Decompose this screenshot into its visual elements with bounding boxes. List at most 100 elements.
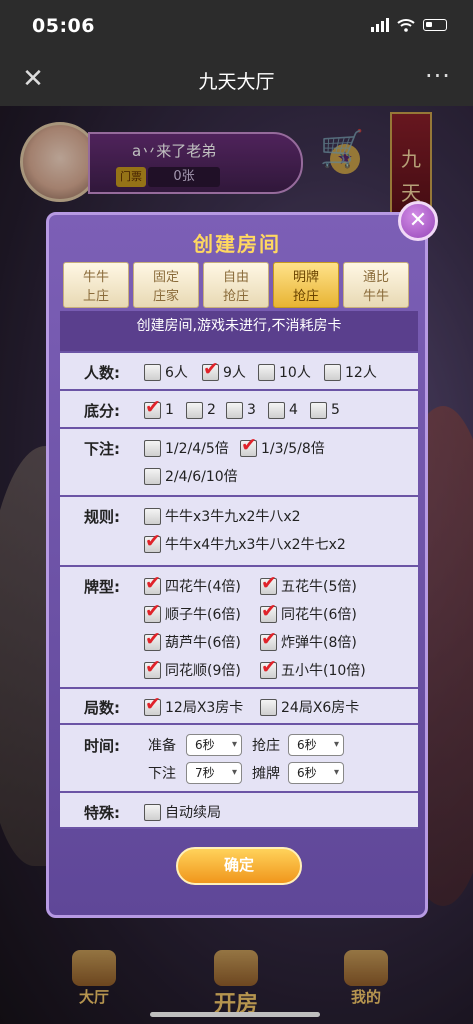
- checkbox[interactable]: [144, 467, 161, 485]
- rounds-option[interactable]: 12局X3房卡: [144, 693, 243, 718]
- players-option[interactable]: 6人: [144, 361, 188, 383]
- base-score-option[interactable]: 1: [144, 396, 174, 421]
- bet-option[interactable]: 1/2/4/5倍: [144, 437, 229, 459]
- checkbox[interactable]: [260, 656, 277, 679]
- base-score-option[interactable]: 5: [310, 399, 340, 421]
- checkbox[interactable]: [310, 401, 327, 419]
- tab-line: 牛牛: [362, 289, 389, 304]
- checkbox[interactable]: [144, 530, 161, 553]
- show-time-select[interactable]: 6秒: [288, 762, 344, 784]
- signal-icon: [371, 18, 389, 32]
- players-row: 人数: 6人 9人 10人 12人: [60, 351, 418, 389]
- bet-row: 下注: 1/2/4/5倍 1/3/5/8倍 2/4/6/10倍: [60, 427, 418, 495]
- tab-line: 庄家: [152, 289, 179, 304]
- time-label: 时间:: [84, 737, 120, 755]
- card-type-option[interactable]: 五小牛(10倍): [260, 656, 366, 681]
- players-label: 人数:: [84, 364, 120, 382]
- option-label: 同花牛(6倍): [281, 607, 357, 623]
- checkbox[interactable]: [144, 396, 161, 419]
- wifi-icon: [397, 19, 415, 32]
- option-label: 牛牛x4牛九x3牛八x2牛七x2: [165, 537, 346, 553]
- status-time: 05:06: [32, 15, 95, 37]
- base-score-option[interactable]: 4: [268, 399, 298, 421]
- grab-time-select[interactable]: 6秒: [288, 734, 344, 756]
- more-icon[interactable]: ···: [421, 64, 455, 94]
- notice-text: 创建房间,游戏未进行,不消耗房卡: [60, 311, 418, 351]
- players-option[interactable]: 9人: [202, 358, 246, 383]
- grab-label: 抢庄: [252, 738, 280, 754]
- checkbox[interactable]: [144, 656, 161, 679]
- game-mode-tabs: 牛牛 上庄 固定 庄家 自由 抢庄 明牌 抢庄 通比 牛牛: [63, 262, 413, 308]
- tab-line: 上庄: [82, 289, 109, 304]
- checkbox[interactable]: [260, 572, 277, 595]
- option-label: 5: [331, 402, 340, 418]
- special-label: 特殊:: [84, 804, 120, 822]
- option-label: 10人: [279, 365, 311, 381]
- option-label: 4: [289, 402, 298, 418]
- card-type-option[interactable]: 葫芦牛(6倍): [144, 628, 241, 653]
- tab-niuniu-banker[interactable]: 牛牛 上庄: [63, 262, 129, 308]
- checkbox[interactable]: [240, 434, 257, 457]
- page-title: 九天大厅: [198, 71, 275, 93]
- rules-option[interactable]: 牛牛x4牛九x3牛八x2牛七x2: [144, 530, 346, 555]
- card-type-option[interactable]: 同花牛(6倍): [260, 600, 357, 625]
- option-label: 五小牛(10倍): [281, 663, 366, 679]
- tab-free-grab[interactable]: 自由 抢庄: [203, 262, 269, 308]
- bet-time-select[interactable]: 7秒: [186, 762, 242, 784]
- battery-icon: [423, 19, 447, 31]
- checkbox[interactable]: [186, 401, 203, 419]
- option-label: 6人: [165, 365, 188, 381]
- option-label: 牛牛x3牛九x2牛八x2: [165, 509, 301, 525]
- option-label: 12人: [345, 365, 377, 381]
- checkbox[interactable]: [324, 363, 341, 381]
- checkbox[interactable]: [144, 600, 161, 623]
- rounds-option[interactable]: 24局X6房卡: [260, 696, 359, 718]
- prepare-time-select[interactable]: 6秒: [186, 734, 242, 756]
- checkbox[interactable]: [144, 439, 161, 457]
- checkbox[interactable]: [202, 358, 219, 381]
- players-option[interactable]: 12人: [324, 361, 377, 383]
- base-score-option[interactable]: 3: [226, 399, 256, 421]
- players-option[interactable]: 10人: [258, 361, 311, 383]
- checkbox[interactable]: [144, 507, 161, 525]
- option-label: 葫芦牛(6倍): [165, 635, 241, 651]
- dialog-close-button[interactable]: ✕: [398, 201, 438, 241]
- time-row: 时间: 准备 6秒 抢庄 6秒 下注 7秒 摊牌 6秒: [60, 723, 418, 791]
- checkbox[interactable]: [258, 363, 275, 381]
- checkbox[interactable]: [268, 401, 285, 419]
- base-score-row: 底分: 1 2 3 4 5: [60, 389, 418, 427]
- room-settings: 创建房间,游戏未进行,不消耗房卡 人数: 6人 9人 10人 12人 底分: 1…: [60, 311, 418, 831]
- confirm-button[interactable]: 确定: [176, 847, 302, 885]
- checkbox[interactable]: [260, 600, 277, 623]
- card-type-option[interactable]: 同花顺(9倍): [144, 656, 241, 681]
- checkbox[interactable]: [260, 628, 277, 651]
- card-type-option[interactable]: 四花牛(4倍): [144, 572, 241, 597]
- show-label: 摊牌: [252, 766, 280, 782]
- bet-option[interactable]: 2/4/6/10倍: [144, 465, 238, 487]
- bet-option[interactable]: 1/3/5/8倍: [240, 434, 325, 459]
- checkbox[interactable]: [144, 572, 161, 595]
- option-label: 四花牛(4倍): [165, 579, 241, 595]
- rounds-row: 局数: 12局X3房卡 24局X6房卡: [60, 687, 418, 723]
- rules-option[interactable]: 牛牛x3牛九x2牛八x2: [144, 505, 301, 527]
- checkbox[interactable]: [226, 401, 243, 419]
- rules-label: 规则:: [84, 508, 120, 526]
- checkbox[interactable]: [144, 803, 161, 821]
- checkbox[interactable]: [260, 698, 277, 716]
- checkbox[interactable]: [144, 693, 161, 716]
- tab-compare-all[interactable]: 通比 牛牛: [343, 262, 409, 308]
- tab-open-card-grab[interactable]: 明牌 抢庄: [273, 262, 339, 308]
- card-type-option[interactable]: 炸弹牛(8倍): [260, 628, 357, 653]
- bet-label: 下注:: [84, 440, 120, 458]
- option-label: 2: [207, 402, 216, 418]
- option-label: 1/3/5/8倍: [261, 441, 325, 457]
- card-type-option[interactable]: 五花牛(5倍): [260, 572, 357, 597]
- dialog-title: 创建房间: [193, 232, 281, 256]
- checkbox[interactable]: [144, 628, 161, 651]
- card-type-option[interactable]: 顺子牛(6倍): [144, 600, 241, 625]
- auto-continue-option[interactable]: 自动续局: [144, 801, 221, 823]
- base-score-option[interactable]: 2: [186, 399, 216, 421]
- tab-line: 通比: [362, 270, 389, 285]
- checkbox[interactable]: [144, 363, 161, 381]
- tab-fixed-banker[interactable]: 固定 庄家: [133, 262, 199, 308]
